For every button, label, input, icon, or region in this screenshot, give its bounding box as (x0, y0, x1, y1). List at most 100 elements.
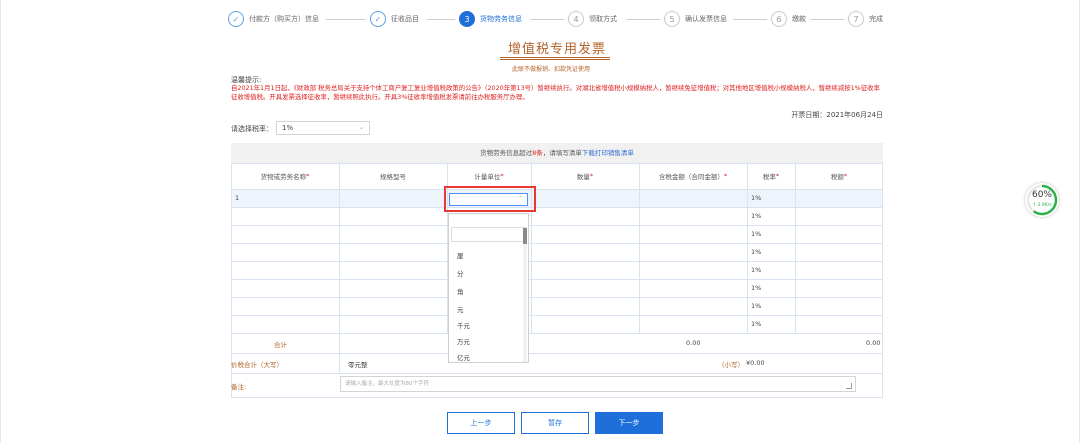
header-goods-name: 货物或劳务名称 * (231, 163, 339, 189)
unit-option-blank[interactable] (451, 227, 527, 242)
goods-table: 货物或劳务名称 * 规格型号 计量单位 * 数量 * 含税金额（合同金额） * 税率 *… (231, 163, 883, 401)
header-label: 含税金额（合同金额） (658, 173, 724, 181)
price-total-label: 价税合计（大写） (231, 361, 283, 369)
step-5: 5 确认发票信息 (664, 10, 727, 28)
invoice-subtitle: 此联不做报销、扣款凭证使用 (512, 66, 591, 73)
header-label: 税额 (830, 173, 844, 181)
step-1-check-icon: ✓ (228, 11, 244, 27)
info-bar-prefix: 货物劳务信息超过 (480, 149, 533, 157)
title-underline (500, 57, 610, 60)
step-3[interactable]: 3 货物劳务信息 (459, 10, 522, 28)
speed-percent: 60% (1031, 190, 1052, 200)
info-bar: 货物劳务信息超过8条，请填写清单下载打印销售清单 (231, 143, 883, 163)
grid-line (231, 261, 883, 262)
price-total-small: ¥0.00 (746, 359, 765, 367)
header-amount: 含税金额（合同金额） * (639, 163, 747, 189)
grid-line (339, 163, 340, 373)
invoice-title: 增值税专用发票 (508, 42, 607, 57)
step-5-label: 确认发票信息 (685, 15, 727, 23)
unit-option[interactable]: 亿元 (457, 352, 470, 362)
step-connector (810, 19, 844, 20)
page-frame: ✓ 付款方（购买方）信息 ✓ 征收品目 3 货物劳务信息 4 领取方式 5 确认… (0, 0, 1080, 443)
header-rate: 税率 * (747, 163, 795, 189)
prev-button[interactable]: 上一步 (447, 412, 515, 434)
required-mark: * (589, 172, 594, 180)
step-4-number: 4 (568, 11, 584, 27)
speed-rate: ↑ 3.9K/s (1032, 203, 1052, 208)
header-quantity: 数量 * (531, 163, 639, 189)
chevron-down-icon: ⌄ (358, 124, 364, 131)
grid-line (882, 163, 883, 397)
remark-placeholder: 请输入备注，最大长度为80个字符 (345, 381, 429, 387)
step-6: 6 缴款 (771, 10, 806, 28)
unit-option[interactable]: 分 (457, 268, 464, 278)
selected-row-bg (231, 189, 883, 207)
grid-line (231, 333, 883, 334)
row-rate: 1% (751, 212, 762, 220)
dropdown-scrollbar[interactable] (523, 228, 527, 362)
step-connector (326, 19, 366, 20)
dropdown-scroll-thumb[interactable] (523, 228, 527, 244)
rate-label: 请选择税率： (231, 125, 273, 133)
step-1-label: 付款方（购买方）信息 (249, 15, 319, 23)
step-connector (733, 19, 767, 20)
required-mark: * (843, 172, 848, 180)
grid-line (231, 279, 883, 280)
step-connector (427, 19, 455, 20)
grid-line (231, 315, 883, 316)
unit-option[interactable]: 元 (457, 304, 464, 314)
grid-line (231, 373, 883, 374)
step-4-label: 领取方式 (589, 15, 617, 23)
rate-select[interactable]: 1% ⌄ (276, 121, 370, 135)
required-mark: * (500, 172, 504, 180)
row-rate: 1% (751, 266, 762, 274)
next-button[interactable]: 下一步 (595, 412, 663, 434)
row-rate: 1% (751, 248, 762, 256)
left-border (0, 0, 1, 443)
grid-line (231, 243, 883, 244)
info-bar-count: 8条 (532, 149, 543, 157)
step-7-number: 7 (848, 11, 864, 27)
row-rate: 1% (751, 194, 762, 202)
required-mark: * (775, 172, 780, 180)
step-1[interactable]: ✓ 付款方（购买方）信息 (228, 10, 319, 28)
required-mark: * (306, 172, 310, 180)
header-label: 规格型号 (380, 173, 406, 181)
resize-handle-icon[interactable] (846, 383, 852, 389)
total-amount: 0.00 (686, 339, 701, 347)
unit-option[interactable]: 万元 (457, 336, 470, 346)
notice-text: 自2021年1月1日起，《财政部 税务总局关于支持个体工商户复工复业增值税政策的… (231, 84, 880, 101)
step-connector (626, 19, 660, 20)
network-speed-widget[interactable]: 60% ↑ 3.9K/s (1025, 183, 1059, 217)
unit-dropdown: 厘 分 角 元 千元 万元 亿元 (448, 213, 529, 363)
row-rate: 1% (751, 284, 762, 292)
grid-line (231, 297, 883, 298)
grid-line (231, 397, 883, 398)
save-draft-button[interactable]: 暂存 (521, 412, 589, 434)
grid-line (231, 207, 883, 208)
header-label: 计量单位 (474, 173, 501, 181)
rate-value: 1% (282, 124, 294, 132)
unit-option[interactable]: 千元 (457, 320, 470, 330)
step-2[interactable]: ✓ 征收品目 (370, 10, 419, 28)
step-5-number: 5 (664, 11, 680, 27)
step-4: 4 领取方式 (568, 10, 617, 28)
step-2-check-icon: ✓ (370, 11, 386, 27)
download-list-link[interactable]: 下载打印销售清单 (582, 149, 634, 157)
row-1-name[interactable]: 1 (235, 194, 239, 202)
highlight-box (444, 186, 536, 212)
remark-label: 备注: (231, 383, 247, 391)
remark-input[interactable]: 请输入备注，最大长度为80个字符 (340, 376, 856, 392)
step-7: 7 完成 (848, 10, 883, 28)
header-label: 数量 (576, 173, 590, 181)
price-total-small-label: （小写） (718, 361, 744, 369)
row-rate: 1% (751, 320, 762, 328)
total-label: 合计 (274, 341, 287, 349)
step-6-label: 缴款 (792, 15, 806, 23)
unit-option[interactable]: 厘 (457, 250, 464, 260)
step-6-number: 6 (771, 11, 787, 27)
step-3-label: 货物劳务信息 (480, 15, 522, 23)
header-label: 货物或劳务名称 (260, 173, 307, 181)
issue-date: 开票日期：2021年06月24日 (791, 111, 883, 119)
unit-option[interactable]: 角 (457, 286, 464, 296)
